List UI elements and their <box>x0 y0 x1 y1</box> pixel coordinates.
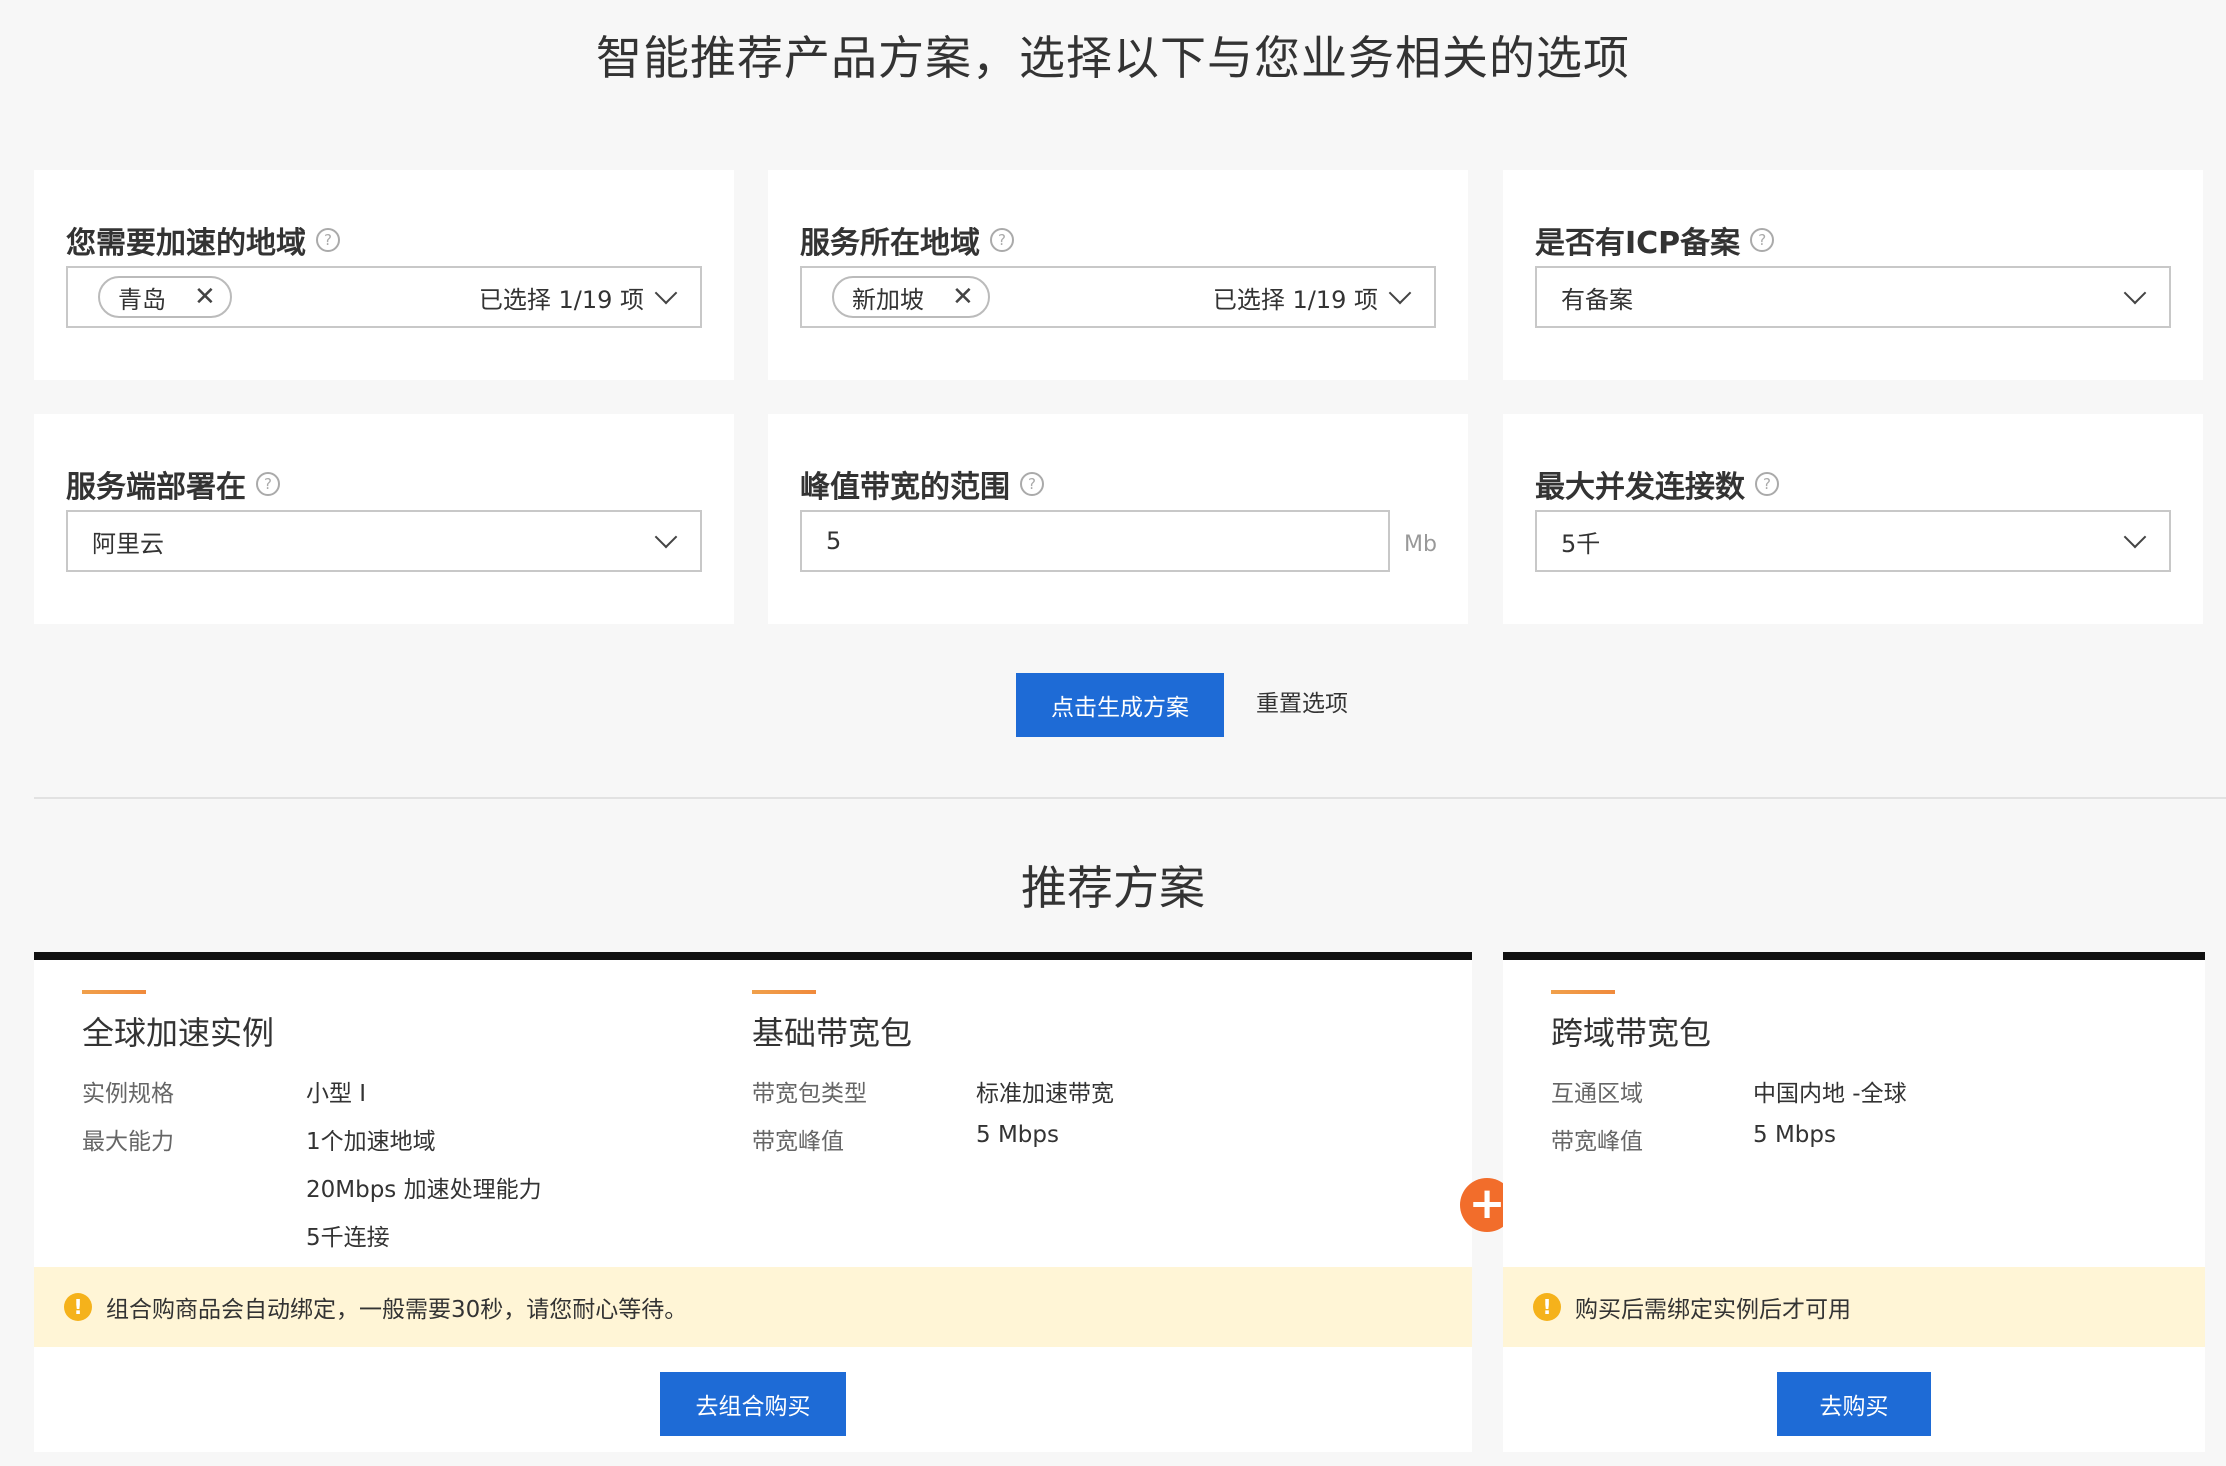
accel-region-select[interactable]: 青岛 ✕ 已选择 1/19 项 <box>66 266 702 328</box>
accel-region-label: 您需要加速的地域 <box>66 226 306 261</box>
cross-notice: ! 购买后需绑定实例后才可用 <box>1503 1267 2205 1347</box>
chevron-down-icon[interactable] <box>654 525 678 549</box>
bandwidth-input[interactable]: 5 <box>800 510 1390 572</box>
section-title: 基础带宽包 <box>752 1014 913 1052</box>
connections-label: 最大并发连接数 <box>1535 470 1745 505</box>
spec-key: 带宽峰值 <box>752 1129 844 1155</box>
spec-key: 带宽峰值 <box>1551 1129 1643 1155</box>
region-tag-label: 新加坡 <box>852 285 924 314</box>
spec-value: 中国内地 -全球 <box>1753 1081 1907 1107</box>
region-tag: 青岛 ✕ <box>98 276 232 318</box>
chevron-down-icon[interactable] <box>2123 525 2147 549</box>
spec-value: 5千连接 <box>306 1225 390 1251</box>
section-title: 全球加速实例 <box>82 1014 275 1052</box>
spec-key: 带宽包类型 <box>752 1081 867 1107</box>
help-icon[interactable]: ? <box>256 472 280 496</box>
accel-region-card: 您需要加速的地域 ? 青岛 ✕ 已选择 1/19 项 <box>34 170 734 380</box>
chevron-down-icon[interactable] <box>654 281 678 305</box>
service-region-select[interactable]: 新加坡 ✕ 已选择 1/19 项 <box>800 266 1436 328</box>
spec-key: 实例规格 <box>82 1081 174 1107</box>
selected-count: 已选择 1/19 项 <box>478 285 644 314</box>
icp-value: 有备案 <box>1561 285 1633 314</box>
notice-text: 组合购商品会自动绑定，一般需要30秒，请您耐心等待。 <box>106 1297 688 1323</box>
spec-value: 标准加速带宽 <box>976 1081 1114 1107</box>
icp-label: 是否有ICP备案 <box>1535 226 1741 261</box>
help-icon[interactable]: ? <box>1020 472 1044 496</box>
close-icon[interactable]: ✕ <box>952 282 974 312</box>
icp-select[interactable]: 有备案 <box>1535 266 2171 328</box>
recommend-title: 推荐方案 <box>1021 861 1205 915</box>
connections-select[interactable]: 5千 <box>1535 510 2171 572</box>
service-region-card: 服务所在地域 ? 新加坡 ✕ 已选择 1/19 项 <box>768 170 1468 380</box>
chevron-down-icon[interactable] <box>1388 281 1412 305</box>
spec-value: 5 Mbps <box>1753 1122 1836 1148</box>
spec-key: 互通区域 <box>1551 1081 1643 1107</box>
accent-bar <box>82 990 146 994</box>
bandwidth-unit: Mb <box>1404 532 1437 557</box>
region-tag-label: 青岛 <box>118 285 166 314</box>
section-title: 跨域带宽包 <box>1551 1014 1712 1052</box>
cross-region-plan-card: 跨域带宽包 互通区域 中国内地 -全球 带宽峰值 5 Mbps ! 购买后需绑定… <box>1503 952 2205 1452</box>
deploy-value: 阿里云 <box>92 529 164 558</box>
instance-section: 全球加速实例 <box>82 990 274 1054</box>
help-icon[interactable]: ? <box>1750 228 1775 252</box>
help-icon[interactable]: ? <box>1755 472 1779 496</box>
combo-buy-button[interactable]: 去组合购买 <box>660 1372 846 1436</box>
generate-plan-button[interactable]: 点击生成方案 <box>1016 673 1224 737</box>
connections-card: 最大并发连接数 ? 5千 <box>1503 414 2203 624</box>
bandwidth-label: 峰值带宽的范围 <box>800 470 1010 505</box>
spec-value: 20Mbps 加速处理能力 <box>306 1177 542 1203</box>
spec-value: 小型 I <box>306 1081 367 1107</box>
service-region-label: 服务所在地域 <box>800 226 980 261</box>
warning-icon: ! <box>1533 1293 1561 1321</box>
region-tag: 新加坡 ✕ <box>832 276 990 318</box>
combo-plan-card: 全球加速实例 实例规格 小型 I 最大能力 1个加速地域 20Mbps 加速处理… <box>34 952 1472 1452</box>
cross-region-section: 跨域带宽包 <box>1551 990 1711 1054</box>
icp-card: 是否有ICP备案 ? 有备案 <box>1503 170 2203 380</box>
chevron-down-icon[interactable] <box>2123 281 2147 305</box>
buy-button[interactable]: 去购买 <box>1777 1372 1931 1436</box>
deploy-label: 服务端部署在 <box>66 470 246 505</box>
reset-options-link[interactable]: 重置选项 <box>1256 684 1348 718</box>
spec-value: 5 Mbps <box>976 1122 1059 1148</box>
divider <box>34 797 2226 799</box>
close-icon[interactable]: ✕ <box>194 282 216 312</box>
deploy-select[interactable]: 阿里云 <box>66 510 702 572</box>
connections-value: 5千 <box>1561 529 1601 558</box>
combo-notice: ! 组合购商品会自动绑定，一般需要30秒，请您耐心等待。 <box>34 1267 1472 1347</box>
accent-bar <box>752 990 816 994</box>
deploy-card: 服务端部署在 ? 阿里云 <box>34 414 734 624</box>
accent-bar <box>1551 990 1615 994</box>
notice-text: 购买后需绑定实例后才可用 <box>1575 1297 1851 1323</box>
bandwidth-value[interactable]: 5 <box>826 527 841 555</box>
page-title: 智能推荐产品方案，选择以下与您业务相关的选项 <box>596 31 1630 85</box>
spec-key: 最大能力 <box>82 1129 174 1155</box>
help-icon[interactable]: ? <box>990 228 1014 252</box>
spec-value: 1个加速地域 <box>306 1129 436 1155</box>
help-icon[interactable]: ? <box>316 228 340 252</box>
selected-count: 已选择 1/19 项 <box>1212 285 1378 314</box>
warning-icon: ! <box>64 1293 92 1321</box>
bandwidth-card: 峰值带宽的范围 ? 5 Mb <box>768 414 1468 624</box>
basic-bandwidth-section: 基础带宽包 <box>752 990 912 1054</box>
